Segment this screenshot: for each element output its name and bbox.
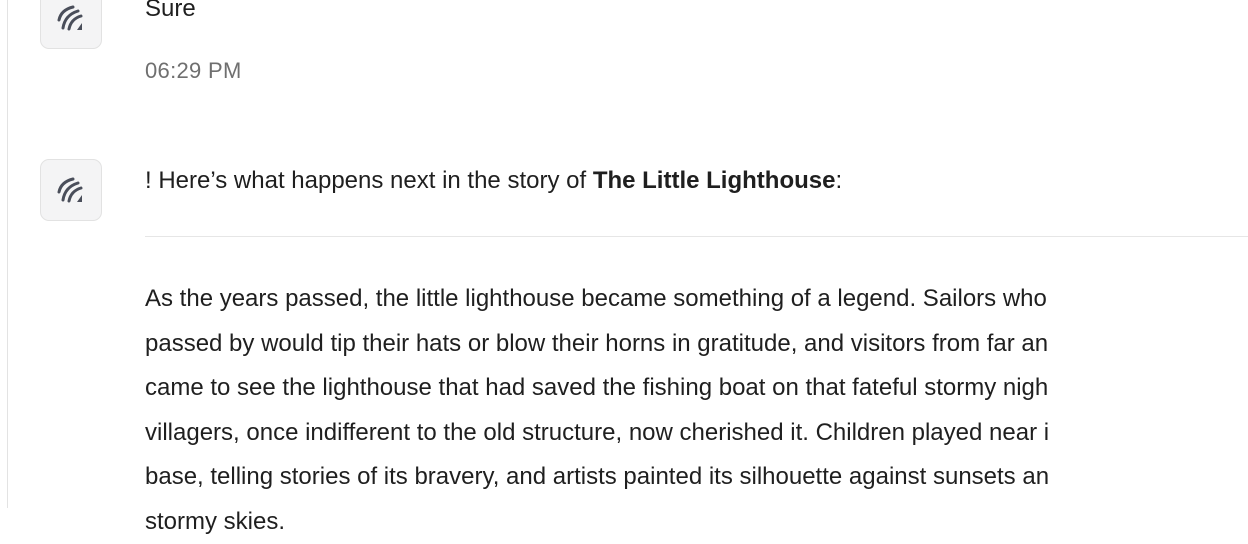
story-line: stormy skies. — [145, 500, 1248, 544]
assistant-logo-icon — [56, 175, 86, 205]
story-line: came to see the lighthouse that had save… — [145, 366, 1248, 411]
story-title: The Little Lighthouse — [593, 167, 836, 194]
assistant-avatar — [40, 159, 102, 221]
intro-text: ! Here’s what happens next in the story … — [145, 167, 593, 194]
assistant-logo-icon — [56, 3, 86, 33]
message-text: Sure — [145, 0, 196, 24]
story-line: passed by would tip their hats or blow t… — [145, 322, 1248, 367]
message-intro: ! Here’s what happens next in the story … — [145, 166, 842, 196]
divider — [145, 236, 1248, 237]
assistant-avatar — [40, 0, 102, 49]
message-timestamp: 06:29 PM — [145, 57, 242, 85]
left-border — [7, 0, 8, 508]
story-line: villagers, once indifferent to the old s… — [145, 411, 1248, 456]
story-line: As the years passed, the little lighthou… — [145, 277, 1248, 322]
intro-colon: : — [835, 167, 842, 194]
story-line: base, telling stories of its bravery, an… — [145, 455, 1248, 500]
story-paragraph: As the years passed, the little lighthou… — [145, 277, 1248, 544]
